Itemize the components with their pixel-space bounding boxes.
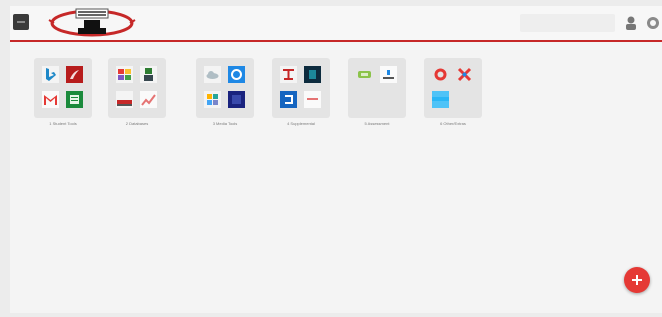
group-label: 6 Other/Extras xyxy=(440,121,466,126)
bing-icon[interactable] xyxy=(42,66,59,83)
portal-logo-icon[interactable] xyxy=(48,6,136,40)
add-icon[interactable] xyxy=(624,267,650,293)
app-group-tile[interactable] xyxy=(34,58,92,118)
gallery-icon[interactable] xyxy=(116,91,133,108)
app-group-tile[interactable] xyxy=(348,58,406,118)
blue-gear-icon[interactable] xyxy=(228,66,245,83)
blue-bar-icon[interactable] xyxy=(432,91,449,108)
group-label: 2 Databases xyxy=(125,121,149,126)
group-label: 1 Student Tools xyxy=(49,121,77,126)
lifebuoy-icon[interactable] xyxy=(432,66,449,83)
app-group-tile[interactable] xyxy=(272,58,330,118)
dark-app-icon[interactable] xyxy=(228,91,245,108)
colorful-app-icon[interactable] xyxy=(116,66,133,83)
app-group-assessment[interactable]: 5 Assessment xyxy=(348,58,406,127)
acrobat-icon[interactable] xyxy=(66,66,83,83)
app-group-media-tools[interactable]: 3 Media Tools xyxy=(196,58,254,127)
group-label: 3 Media Tools xyxy=(212,121,238,126)
help-icon[interactable] xyxy=(646,15,660,31)
red-x-icon[interactable] xyxy=(456,66,473,83)
top-bar xyxy=(10,6,662,42)
chart-icon[interactable] xyxy=(140,91,157,108)
group-label: 5 Assessment xyxy=(364,121,390,126)
white-card-icon[interactable] xyxy=(304,91,321,108)
red-logo-icon[interactable] xyxy=(280,66,297,83)
user-icon[interactable] xyxy=(624,15,638,31)
dark-square-icon[interactable] xyxy=(304,66,321,83)
gmail-icon[interactable] xyxy=(42,91,59,108)
hamburger-icon[interactable] xyxy=(13,14,29,30)
app-group-supplemental[interactable]: 4 Supplemental xyxy=(272,58,330,127)
app-group-tile[interactable] xyxy=(108,58,166,118)
app-group-other-extras[interactable]: 6 Other/Extras xyxy=(424,58,482,127)
app-group-databases[interactable]: 2 Databases xyxy=(108,58,166,127)
document-icon[interactable] xyxy=(380,66,397,83)
app-group-student-tools[interactable]: 1 Student Tools xyxy=(34,58,92,127)
search-field[interactable] xyxy=(520,14,615,32)
library-icon[interactable] xyxy=(140,66,157,83)
pinwheel-icon[interactable] xyxy=(204,91,221,108)
app-group-tile[interactable] xyxy=(196,58,254,118)
blue-square-icon[interactable] xyxy=(280,91,297,108)
sheets-icon[interactable] xyxy=(66,91,83,108)
green-app-icon[interactable] xyxy=(356,66,373,83)
app-group-tile[interactable] xyxy=(424,58,482,118)
group-label: 4 Supplemental xyxy=(287,121,315,126)
cloud-icon[interactable] xyxy=(204,66,221,83)
app-window: 1 Student Tools 2 Databases 3 Media Tool… xyxy=(10,6,662,313)
